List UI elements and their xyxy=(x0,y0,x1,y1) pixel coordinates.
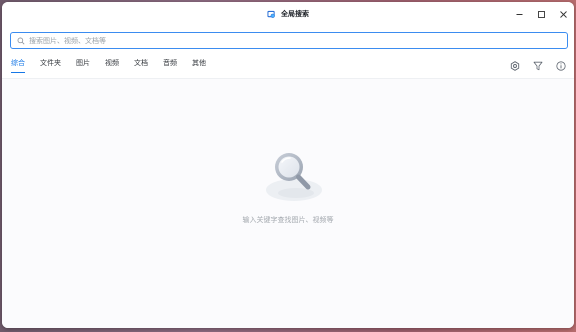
filter-button[interactable] xyxy=(532,60,543,71)
tab-other[interactable]: 其他 xyxy=(192,57,206,73)
app-icon xyxy=(267,10,275,18)
tab-audio[interactable]: 音频 xyxy=(163,57,177,73)
minimize-icon xyxy=(516,13,522,15)
maximize-icon xyxy=(537,10,545,18)
search-icon xyxy=(17,37,25,44)
tab-images[interactable]: 图片 xyxy=(76,57,90,73)
window-controls xyxy=(508,2,574,26)
empty-state-message: 输入关键字查找图片、视频等 xyxy=(242,216,334,224)
window-title: 全局搜索 xyxy=(281,10,309,18)
gear-icon xyxy=(510,60,519,71)
close-button[interactable] xyxy=(552,2,574,26)
filter-icon xyxy=(533,61,542,70)
app-window: 全局搜索 搜索图片、视频、文档等 综合 文件夹 图片 视频 文档 音频 其他 输… xyxy=(2,2,574,328)
category-tabs: 综合 文件夹 图片 视频 文档 音频 其他 xyxy=(11,57,221,75)
search-box[interactable] xyxy=(10,32,568,49)
results-area: 输入关键字查找图片、视频等 xyxy=(2,79,574,328)
tab-videos[interactable]: 视频 xyxy=(105,57,119,73)
maximize-button[interactable] xyxy=(530,2,552,26)
tab-documents[interactable]: 文档 xyxy=(134,57,148,73)
magnifier-illustration-icon xyxy=(266,153,322,201)
info-button[interactable] xyxy=(555,60,566,71)
tab-all[interactable]: 综合 xyxy=(11,57,25,73)
window-title-group: 全局搜索 xyxy=(2,2,574,26)
settings-button[interactable] xyxy=(509,60,520,71)
toolbar xyxy=(509,60,566,71)
minimize-button[interactable] xyxy=(508,2,530,26)
tab-folders[interactable]: 文件夹 xyxy=(40,57,61,73)
search-input[interactable] xyxy=(29,36,529,45)
title-bar: 全局搜索 xyxy=(2,2,574,26)
info-icon xyxy=(555,60,566,71)
close-icon xyxy=(559,10,567,18)
